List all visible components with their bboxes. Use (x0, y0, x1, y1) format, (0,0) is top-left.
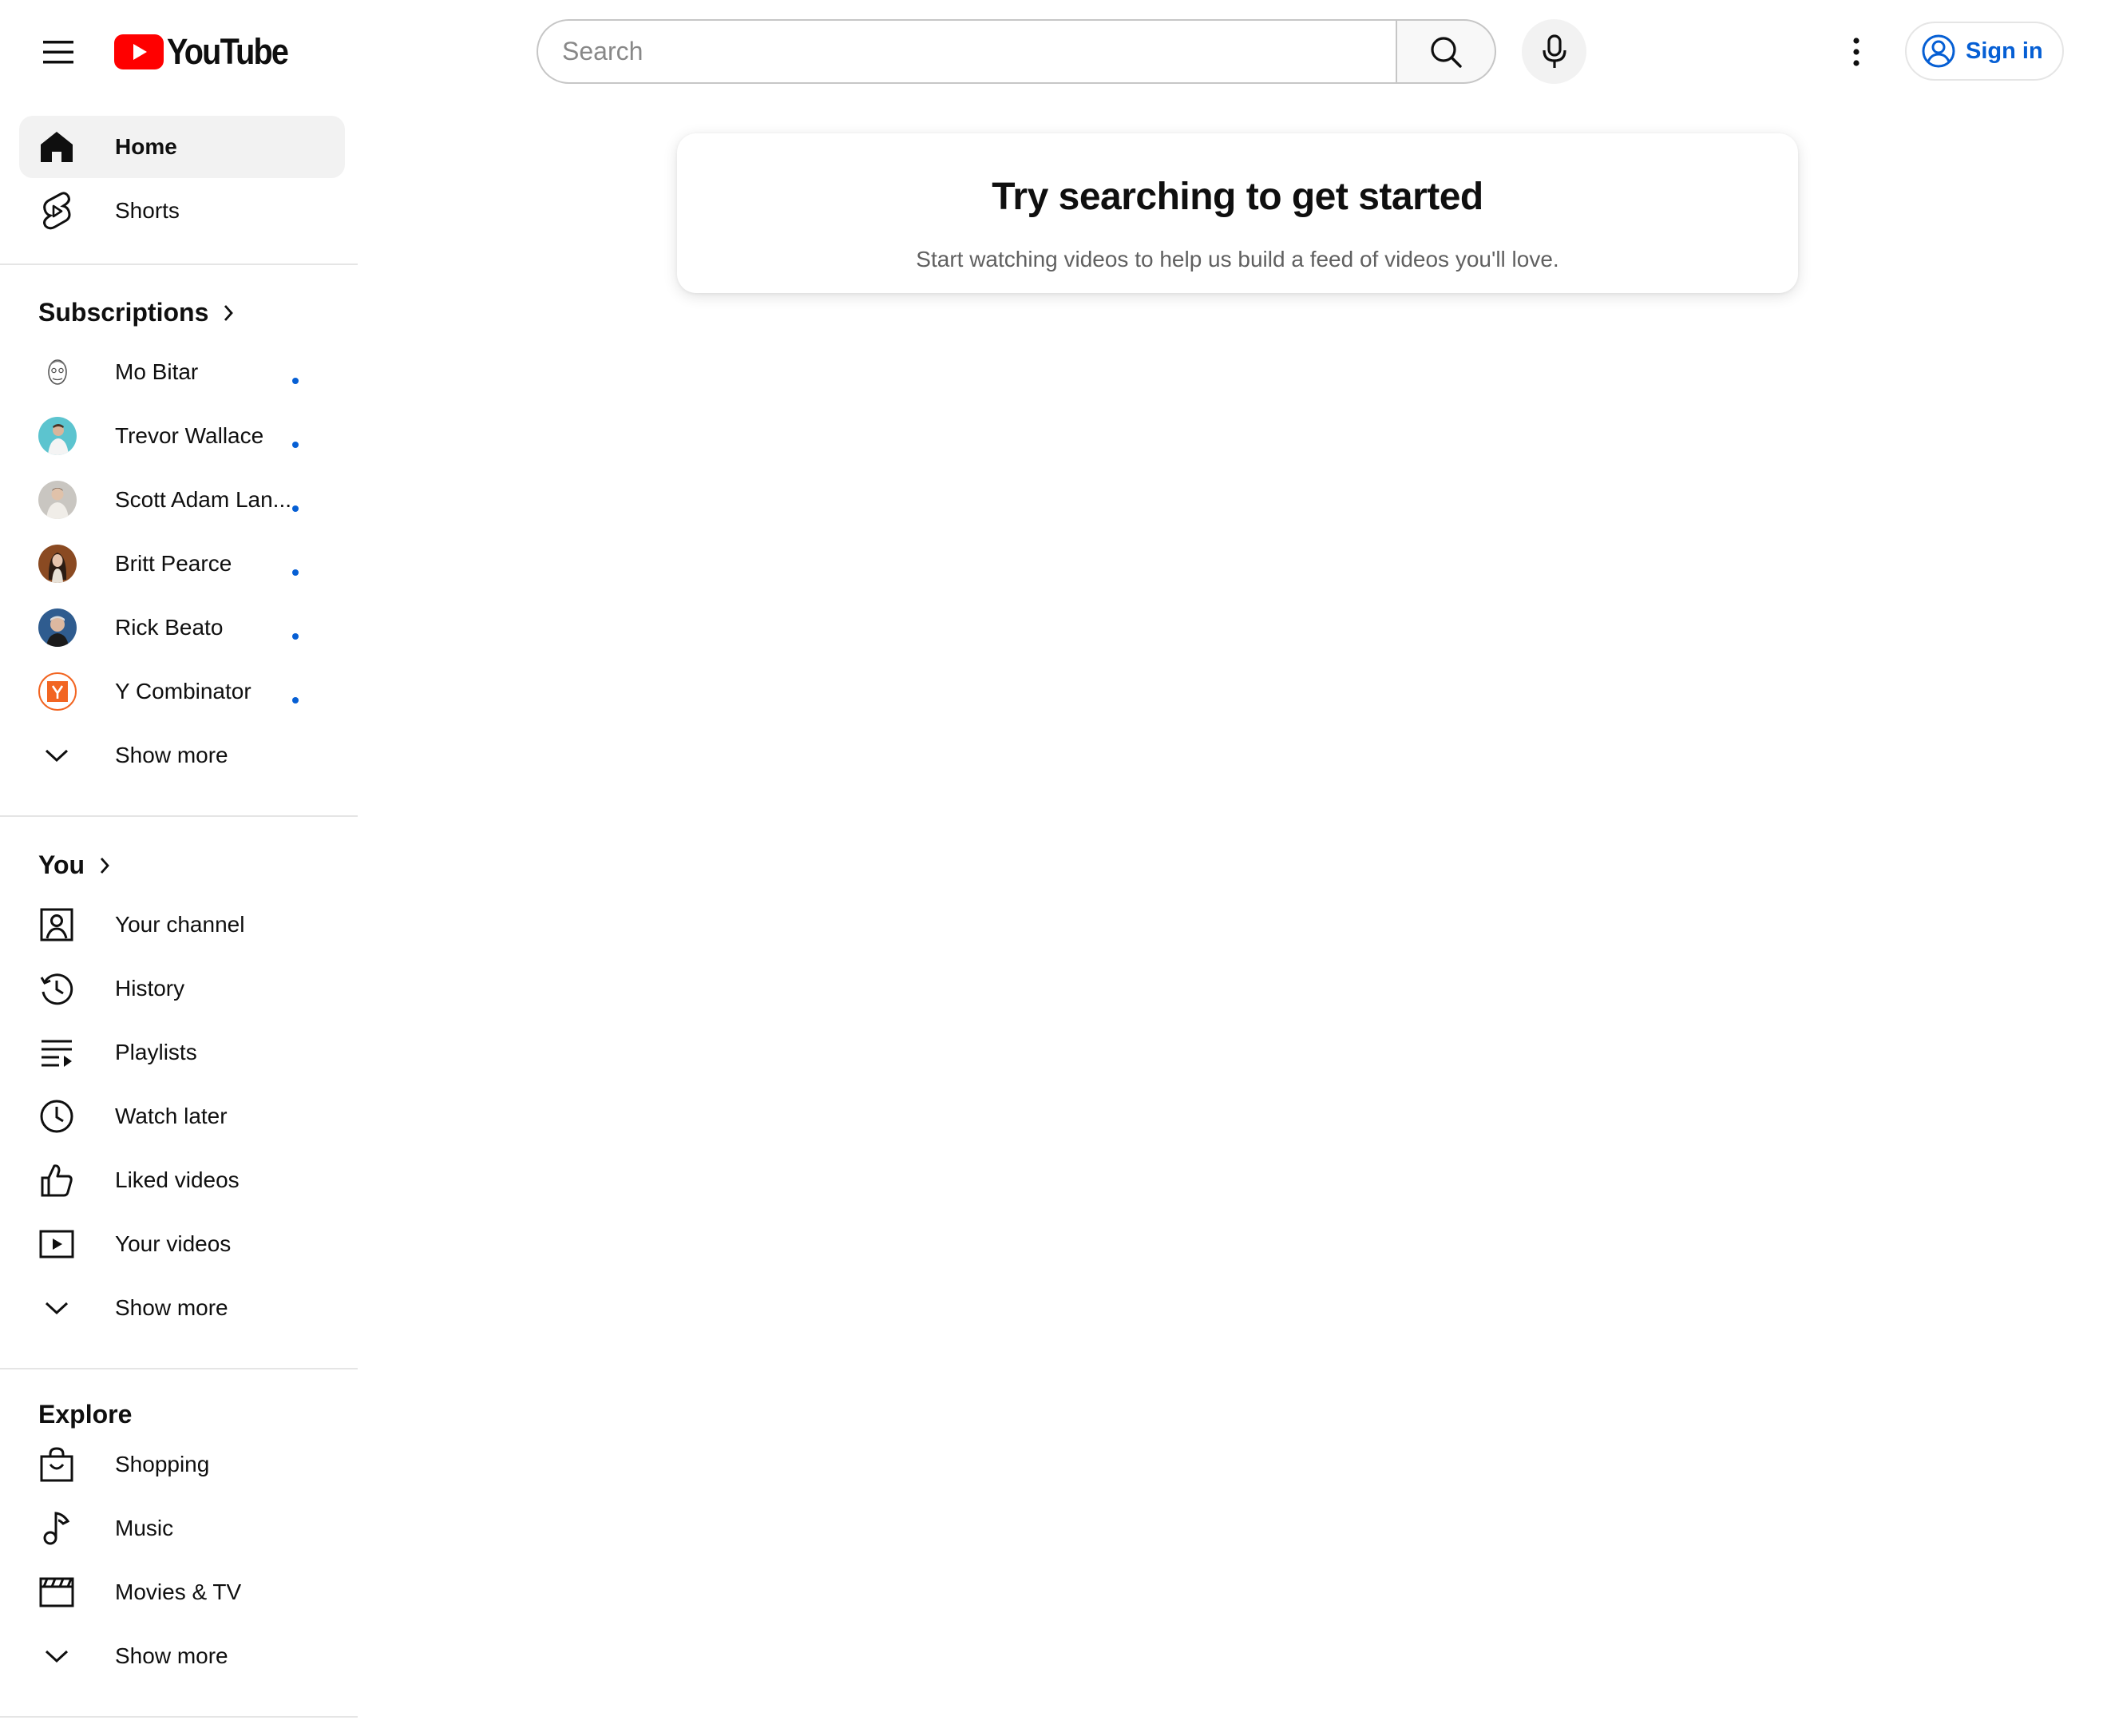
sidebar-item-label: Playlists (115, 1040, 197, 1064)
sidebar-item-your-channel[interactable]: Your channel (19, 894, 345, 956)
sidebar-channel-y-combinator[interactable]: Y Combinator (19, 660, 345, 723)
new-content-dot (292, 569, 299, 576)
search-box[interactable] (537, 19, 1396, 84)
sign-in-label: Sign in (1966, 38, 2043, 64)
sidebar-item-history[interactable]: History (19, 957, 345, 1020)
trevor-wallace-avatar (38, 417, 77, 455)
sidebar-item-label: Shopping (115, 1452, 210, 1476)
new-content-dot (292, 633, 299, 640)
scott-adam-avatar (38, 481, 77, 519)
masthead: YouTube Sign in (0, 0, 2103, 104)
sidebar-item-label: Your channel (115, 912, 245, 937)
new-content-dot (292, 697, 299, 704)
chevron-down-icon (38, 1638, 75, 1675)
voice-search-button[interactable] (1522, 19, 1586, 84)
channel-name: Trevor Wallace (115, 423, 264, 448)
subscriptions-header[interactable]: Subscriptions (38, 298, 234, 327)
feed-nudge-subtitle: Start watching videos to help us build a… (916, 247, 1559, 271)
new-content-dot (292, 442, 299, 448)
search-icon (1431, 36, 1462, 68)
you-title: You (38, 850, 85, 879)
sidebar-item-shopping[interactable]: Shopping (19, 1433, 345, 1496)
sidebar-item-watch-later[interactable]: Watch later (19, 1085, 345, 1147)
shopping-icon (38, 1446, 75, 1483)
account-circle-icon (1922, 34, 1955, 68)
sidebar-divider (0, 815, 358, 817)
show-more-label: Show more (115, 1295, 228, 1320)
sidebar-item-label: Your videos (115, 1231, 232, 1256)
sidebar-item-your-videos[interactable]: Your videos (19, 1213, 345, 1275)
sidebar-item-music[interactable]: Music (19, 1497, 345, 1560)
hamburger-menu-icon (43, 41, 73, 64)
sidebar-item-movies-tv[interactable]: Movies & TV (19, 1561, 345, 1623)
sidebar-divider (0, 1368, 358, 1369)
sidebar-channel-scott-adam[interactable]: Scott Adam Lan... (19, 469, 345, 531)
more-vertical-icon (1853, 38, 1859, 66)
show-more-label: Show more (115, 743, 228, 767)
sidebar-item-shorts[interactable]: Shorts (19, 180, 345, 242)
you-header[interactable]: You (38, 850, 110, 880)
sidebar-item-playlists[interactable]: Playlists (19, 1021, 345, 1084)
explore-title: Explore (38, 1400, 133, 1429)
sidebar-item-label: Movies & TV (115, 1579, 242, 1604)
you-show-more[interactable]: Show more (19, 1277, 345, 1339)
sidebar-channel-rick-beato[interactable]: Rick Beato (19, 597, 345, 659)
guide-menu-button[interactable] (30, 24, 86, 80)
sidebar-item-label: History (115, 976, 185, 1001)
home-icon (38, 129, 75, 165)
show-more-label: Show more (115, 1643, 228, 1668)
search-input[interactable] (562, 37, 1396, 66)
channel-name: Y Combinator (115, 679, 251, 704)
feed-nudge-card: Try searching to get started Start watch… (677, 133, 1798, 293)
sidebar-item-label: Liked videos (115, 1167, 240, 1192)
sidebar-item-label: Watch later (115, 1104, 228, 1128)
sign-in-button[interactable]: Sign in (1905, 22, 2064, 81)
sidebar-channel-britt-pearce[interactable]: Britt Pearce (19, 533, 345, 595)
channel-name: Britt Pearce (115, 551, 232, 576)
your-videos-icon (38, 1226, 75, 1262)
chevron-down-icon (38, 737, 75, 774)
channel-name: Rick Beato (115, 615, 224, 640)
sidebar-divider (0, 1716, 358, 1718)
sidebar-channel-mo-bitar[interactable]: Mo Bitar (19, 341, 345, 403)
new-content-dot (292, 505, 299, 512)
shorts-icon (38, 192, 75, 230)
y-combinator-avatar (38, 672, 77, 711)
guide-sidebar: Home Shorts Subscriptions Mo Bitar Trevo… (0, 104, 358, 1736)
youtube-play-logo-icon (114, 34, 164, 69)
subscriptions-show-more[interactable]: Show more (19, 724, 345, 787)
youtube-logo[interactable]: YouTube (114, 31, 304, 72)
sidebar-item-liked-videos[interactable]: Liked videos (19, 1149, 345, 1211)
britt-pearce-avatar (38, 545, 77, 583)
explore-show-more[interactable]: Show more (19, 1625, 345, 1687)
explore-header: Explore (38, 1400, 132, 1429)
search-button[interactable] (1396, 19, 1496, 84)
sidebar-item-label: Home (115, 134, 177, 159)
subscriptions-title: Subscriptions (38, 298, 209, 327)
chevron-down-icon (38, 1290, 75, 1326)
new-content-dot (292, 378, 299, 384)
feed-nudge-title: Try searching to get started (992, 176, 1483, 218)
liked-videos-icon (38, 1162, 75, 1199)
sidebar-channel-trevor-wallace[interactable]: Trevor Wallace (19, 405, 345, 467)
playlists-icon (38, 1034, 75, 1071)
settings-more-button[interactable] (1828, 24, 1884, 80)
chevron-right-icon (101, 857, 109, 874)
your-channel-icon (38, 906, 75, 943)
channel-name: Scott Adam Lan... (115, 487, 292, 512)
chevron-right-icon (224, 304, 234, 321)
rick-beato-avatar (38, 608, 77, 647)
watch-later-icon (38, 1098, 75, 1135)
history-icon (38, 970, 75, 1007)
microphone-icon (1542, 34, 1566, 68)
sidebar-item-home[interactable]: Home (19, 116, 345, 178)
logo-wordmark: YouTube (167, 31, 289, 72)
channel-name: Mo Bitar (115, 359, 199, 384)
mo-bitar-avatar (38, 353, 77, 391)
sidebar-divider (0, 264, 358, 265)
movies-tv-icon (38, 1574, 75, 1611)
music-icon (38, 1510, 75, 1547)
sidebar-item-label: Shorts (115, 198, 180, 223)
sidebar-item-label: Music (115, 1516, 174, 1540)
